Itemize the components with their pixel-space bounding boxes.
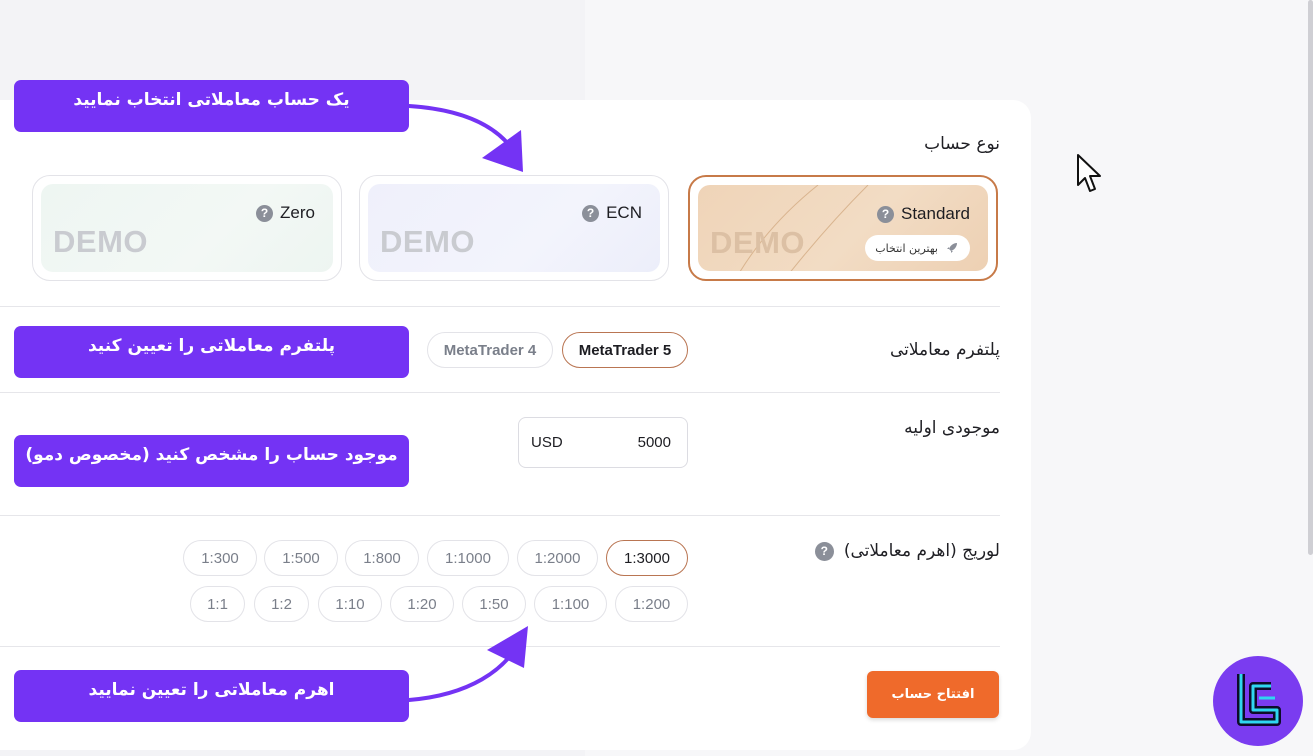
brand-logo[interactable] — [1213, 656, 1303, 746]
balance-input[interactable]: USD 5000 — [518, 417, 688, 468]
leverage-option[interactable]: 1:500 — [264, 540, 338, 576]
account-card-ecn[interactable]: ? ECN DEMO — [359, 175, 669, 281]
callout-set-leverage: اهرم معاملاتی را تعیین نمایید — [14, 670, 409, 722]
question-icon[interactable]: ? — [877, 205, 894, 223]
leverage-option[interactable]: 1:50 — [462, 586, 526, 622]
open-account-button[interactable]: افتتاح حساب — [867, 671, 999, 718]
scrollbar[interactable] — [1308, 0, 1313, 555]
rocket-icon — [947, 243, 957, 253]
account-card-standard[interactable]: ? Standard DEMO بهترین انتخاب — [688, 175, 998, 281]
platform-label: پلتفرم معاملاتی — [889, 340, 1000, 360]
leverage-option[interactable]: 1:200 — [615, 586, 688, 622]
zero-title: ? Zero — [256, 203, 315, 223]
badge-text: بهترین انتخاب — [875, 241, 938, 255]
leverage-option[interactable]: 1:2 — [254, 586, 309, 622]
balance-label: موجودی اولیه — [904, 418, 1000, 438]
balance-currency: USD — [531, 434, 563, 451]
leverage-option[interactable]: 1:300 — [183, 540, 257, 576]
standard-title: ? Standard — [877, 204, 970, 224]
mouse-pointer-icon — [1077, 154, 1101, 192]
leverage-option[interactable]: 1:3000 — [606, 540, 688, 576]
question-icon[interactable]: ? — [814, 541, 834, 561]
callout-set-balance: موجود حساب را مشخص کنید (مخصوص دمو) — [14, 435, 409, 487]
ecn-name: ECN — [606, 203, 642, 222]
zero-name: Zero — [280, 203, 315, 222]
leverage-option[interactable]: 1:1000 — [427, 540, 509, 576]
leverage-option[interactable]: 1:100 — [534, 586, 607, 622]
divider — [0, 392, 1000, 393]
demo-watermark: DEMO — [53, 224, 148, 259]
question-icon[interactable]: ? — [582, 204, 600, 222]
platform-mt5[interactable]: MetaTrader 5 — [562, 332, 688, 368]
leverage-label-row: لوریج (اهرم معاملاتی) ? — [814, 541, 1000, 561]
standard-name: Standard — [901, 204, 970, 223]
brand-logo-mark — [1237, 674, 1281, 726]
callout-select-account: یک حساب معاملاتی انتخاب نمایید — [14, 80, 409, 132]
callout-select-platform: پلتفرم معاملاتی را تعیین کنید — [14, 326, 409, 378]
demo-watermark: DEMO — [710, 225, 805, 260]
ecn-title: ? ECN — [582, 203, 642, 223]
account-type-label: نوع حساب — [924, 134, 1000, 154]
platform-mt4[interactable]: MetaTrader 4 — [427, 332, 553, 368]
leverage-option[interactable]: 1:800 — [345, 540, 419, 576]
divider — [0, 515, 1000, 516]
leverage-label: لوریج (اهرم معاملاتی) — [843, 541, 1000, 561]
best-choice-badge: بهترین انتخاب — [865, 235, 970, 261]
leverage-option[interactable]: 1:10 — [318, 586, 382, 622]
leverage-option[interactable]: 1:2000 — [517, 540, 598, 576]
demo-watermark: DEMO — [380, 224, 475, 259]
account-card-zero[interactable]: ? Zero DEMO — [32, 175, 342, 281]
divider — [0, 646, 1000, 647]
divider — [0, 306, 1000, 307]
leverage-option[interactable]: 1:20 — [390, 586, 454, 622]
balance-amount: 5000 — [637, 434, 671, 451]
leverage-option[interactable]: 1:1 — [190, 586, 245, 622]
question-icon[interactable]: ? — [256, 204, 274, 222]
